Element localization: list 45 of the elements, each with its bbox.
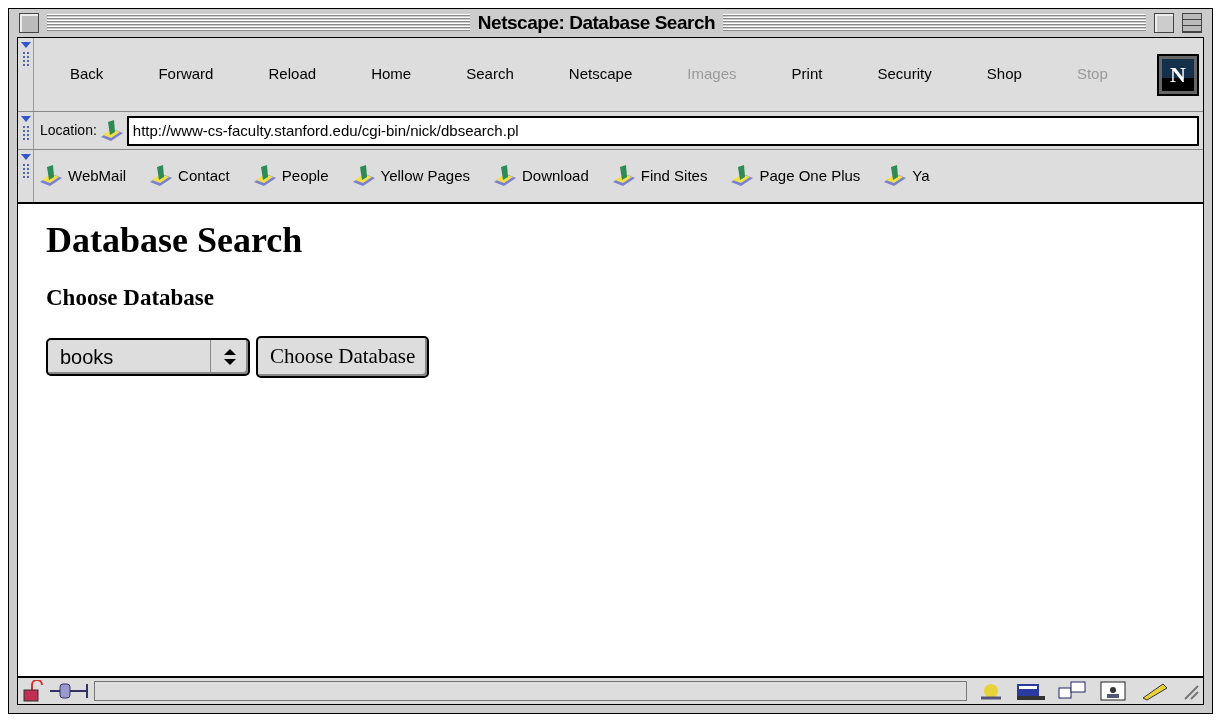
address-card-icon[interactable] — [1099, 680, 1127, 702]
toolbar-button[interactable]: Netscape — [562, 63, 639, 86]
title-bar-stripes[interactable] — [47, 14, 470, 32]
netscape-logo[interactable]: N — [1156, 53, 1199, 96]
toolbar-button[interactable]: Security — [871, 63, 938, 86]
toolbar-button[interactable]: Forward — [152, 63, 220, 86]
collapse-triangle-icon[interactable] — [20, 42, 31, 48]
location-label: Location: — [40, 121, 97, 140]
toolbar-button[interactable]: Back — [64, 63, 110, 86]
toolbar-button[interactable]: Reload — [262, 63, 323, 86]
bookmark-button[interactable]: People — [251, 164, 329, 188]
collapse-triangle-icon[interactable] — [20, 116, 31, 122]
database-select[interactable]: books — [46, 337, 250, 376]
collapse-box[interactable] — [1182, 13, 1202, 33]
bookmark-button[interactable]: Yellow Pages — [350, 164, 470, 188]
plug-icon — [50, 680, 90, 702]
bookmark-button[interactable]: Ya — [882, 164, 930, 188]
title-bar-stripes[interactable] — [723, 14, 1146, 32]
bookmark-button[interactable]: WebMail — [38, 164, 127, 188]
toolbar-button[interactable]: Search — [460, 63, 520, 86]
choose-database-button[interactable]: Choose Database — [256, 335, 430, 378]
grip-icon[interactable] — [22, 52, 29, 66]
bookmark-icon — [492, 164, 518, 188]
bookmark-button[interactable]: Contact — [148, 164, 230, 188]
padlock-icon — [22, 680, 46, 702]
close-box[interactable] — [19, 13, 39, 33]
bookmark-button[interactable]: Page One Plus — [729, 164, 861, 188]
bookmark-icon — [38, 164, 64, 188]
logo-letter: N — [1169, 63, 1186, 86]
toolbar-button[interactable]: Home — [365, 63, 418, 86]
window-title: Netscape: Database Search — [477, 10, 716, 35]
bookmark-button[interactable]: Find Sites — [610, 164, 708, 188]
grip-icon[interactable] — [22, 126, 29, 140]
url-field[interactable]: http://www-cs-faculty.stanford.edu/cgi-bin/nick/dbsearch.pl — [126, 115, 1199, 146]
chat-bubbles-icon[interactable] — [1057, 680, 1087, 702]
section-heading: Choose Database — [46, 284, 216, 312]
grip-icon[interactable] — [22, 164, 29, 178]
toolbar-button[interactable]: Print — [785, 63, 829, 86]
select-value: books — [59, 344, 115, 370]
toolbar-button[interactable]: Shop — [980, 63, 1028, 86]
up-down-arrows-icon — [223, 348, 236, 365]
zoom-box[interactable] — [1154, 13, 1174, 33]
collapse-triangle-icon[interactable] — [20, 154, 31, 160]
page-heading: Database Search — [46, 219, 304, 262]
bookmark-button[interactable]: Download — [492, 164, 589, 188]
